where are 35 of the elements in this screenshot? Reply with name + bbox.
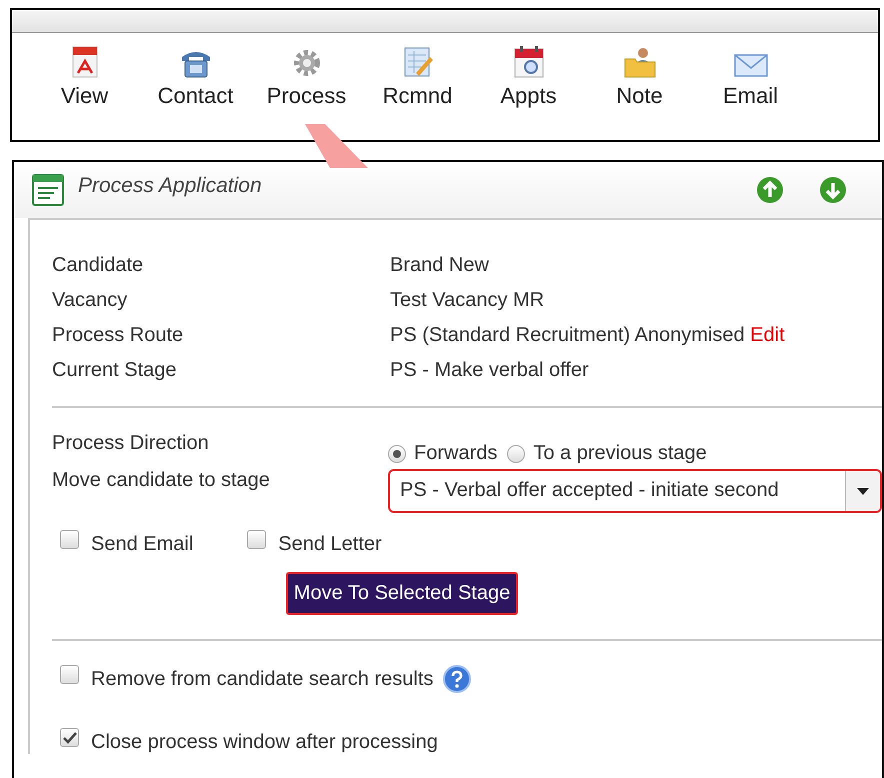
field-label: Vacancy xyxy=(52,289,128,312)
checkbox-option[interactable]: Send Letter xyxy=(247,533,382,556)
toolbar-button[interactable]: View xyxy=(29,43,140,109)
form-icon xyxy=(32,174,64,206)
panel-title: Process Application xyxy=(78,174,263,198)
toolbar-button[interactable]: Rcmnd xyxy=(362,43,473,109)
field-value: Test Vacancy MR xyxy=(390,289,544,311)
checkbox-option[interactable]: Close process window after processing xyxy=(60,731,438,754)
radio-option[interactable]: Forwards xyxy=(388,442,498,465)
field-value: PS (Standard Recruitment) Anonymised xyxy=(390,324,745,346)
toolbar-button[interactable]: Contact xyxy=(140,43,251,109)
field-value: PS - Make verbal offer xyxy=(390,359,589,381)
checkbox-option[interactable]: Send Email xyxy=(60,533,194,556)
calendar-icon xyxy=(512,45,544,79)
toolbar-button[interactable]: Process xyxy=(251,43,362,109)
toolbar-button[interactable]: Note xyxy=(584,43,695,109)
notepad-pencil-icon xyxy=(402,45,434,79)
field-label: Process Direction xyxy=(52,432,210,456)
field-value: Brand New xyxy=(390,254,489,276)
help-icon[interactable] xyxy=(443,665,472,693)
stage-dropdown[interactable]: PS - Verbal offer accepted - initiate second xyxy=(388,469,882,513)
radio-option[interactable]: To a previous stage xyxy=(507,442,707,465)
edit-link[interactable]: Edit xyxy=(750,324,785,346)
pdf-document-icon xyxy=(70,45,100,79)
move-stage-button[interactable]: Move To Selected Stage xyxy=(286,572,518,615)
toolbar-button[interactable]: Email xyxy=(695,43,806,109)
field-label: Current Stage xyxy=(52,359,178,382)
toolbar-button[interactable]: Appts xyxy=(473,43,584,109)
caret-icon xyxy=(857,488,869,494)
field-label: Candidate xyxy=(52,254,144,277)
checkmark-icon xyxy=(62,732,76,744)
folder-person-icon xyxy=(622,45,656,79)
field-label: Move candidate to stage xyxy=(52,469,271,493)
field-label: Process Route xyxy=(52,324,184,347)
checkbox-option[interactable]: Remove from candidate search results xyxy=(60,668,434,690)
